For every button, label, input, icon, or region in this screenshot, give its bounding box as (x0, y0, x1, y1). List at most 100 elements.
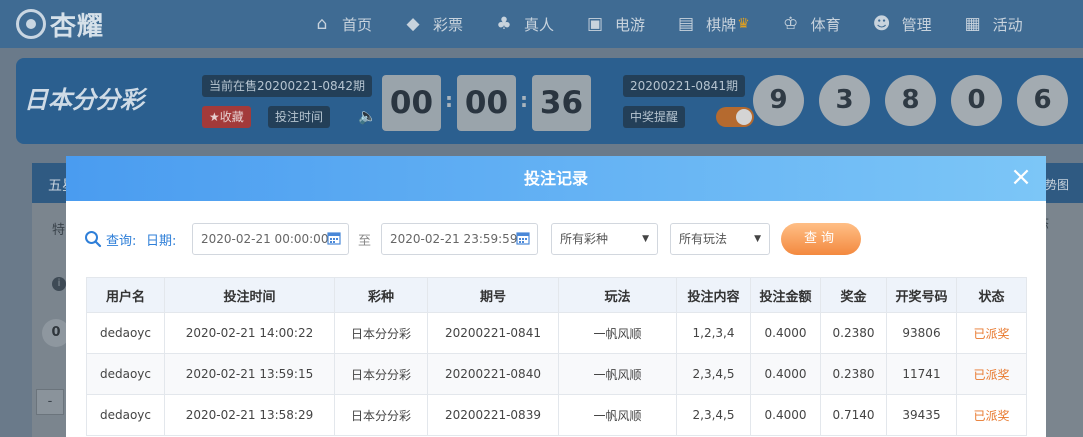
cell-content: 1,2,3,4 (676, 312, 751, 354)
col-header: 投注金额 (750, 277, 821, 313)
cell-status: 已派奖 (956, 312, 1027, 354)
current-period: 当前在售20200221-0842期 (202, 75, 372, 97)
cards-icon: ▤ (678, 14, 695, 34)
nav-item-slot[interactable]: ▣ 电游 (585, 14, 645, 35)
users-icon: ☻ (872, 14, 891, 34)
countdown-minutes: 00 (457, 75, 516, 131)
nav-item-live[interactable]: ♣ 真人 (494, 14, 554, 35)
nav-label: 真人 (524, 15, 555, 34)
cell-lottery: 日本分分彩 (334, 312, 428, 354)
main-nav: ⌂ 首页 ◆ 彩票 ♣ 真人 ▣ 电游 ▤ 棋牌 ♛ ♔ 体育 ☻ 管理 ▦ 活… (312, 0, 1054, 48)
site-logo[interactable]: 杏耀 (16, 6, 104, 42)
cell-play: 一帆风顺 (558, 394, 677, 436)
logo-mark-icon (16, 9, 46, 39)
cell-amount: 0.4000 (750, 353, 821, 395)
modal-header: 投注记录 × (66, 156, 1046, 201)
result-ball: 3 (819, 75, 870, 126)
bet-records-modal: 投注记录 × 查询: 日期: 2020-02-21 00:00:00 至 202… (66, 156, 1046, 437)
select-value: 所有彩种 (560, 232, 609, 246)
cell-bet-time: 2020-02-21 13:59:15 (164, 353, 335, 395)
slot-icon: ▣ (587, 14, 604, 34)
gift-icon: ▦ (964, 14, 981, 34)
nav-item-sports[interactable]: ♔ 体育 (781, 14, 841, 35)
countdown-seconds: 36 (532, 75, 591, 131)
cell-draw-number: 39435 (886, 394, 957, 436)
cell-period: 20200221-0841 (427, 312, 559, 354)
search-button[interactable]: 查询 (781, 223, 861, 255)
countdown-hours: 00 (382, 75, 441, 131)
nav-item-manage[interactable]: ☻ 管理 (872, 14, 932, 35)
nav-label: 首页 (342, 15, 373, 34)
dropdown-arrow-icon: ▼ (754, 234, 761, 244)
nav-label: 电游 (615, 15, 646, 34)
end-date-input[interactable]: 2020-02-21 23:59:59 (381, 223, 538, 255)
cell-draw-number: 93806 (886, 312, 957, 354)
lottery-brand-logo: 日本分分彩 (24, 86, 144, 114)
home-icon: ⌂ (316, 14, 328, 34)
dropdown-arrow-icon: ▼ (642, 234, 649, 244)
countdown-colon: : (520, 88, 528, 112)
trend-chart-link[interactable]: 势图 (1045, 176, 1069, 193)
table-row[interactable]: dedaoyc 2020-02-21 13:58:29 日本分分彩 202002… (86, 394, 1027, 436)
sound-icon[interactable]: 🔈 (358, 107, 377, 125)
nav-item-lottery[interactable]: ◆ 彩票 (403, 14, 463, 35)
search-icon (85, 231, 102, 248)
col-header: 奖金 (820, 277, 887, 313)
cell-bet-time: 2020-02-21 13:58:29 (164, 394, 335, 436)
table-row[interactable]: dedaoyc 2020-02-21 14:00:22 日本分分彩 202002… (86, 312, 1027, 354)
cell-username: dedaoyc (86, 312, 165, 354)
col-header: 开奖号码 (886, 277, 957, 313)
cell-prize: 0.2380 (820, 353, 887, 395)
col-header: 玩法 (558, 277, 677, 313)
cell-content: 2,3,4,5 (676, 353, 751, 395)
table-header-row: 用户名 投注时间 彩种 期号 玩法 投注内容 投注金额 奖金 开奖号码 状态 (86, 277, 1027, 313)
calendar-icon[interactable] (327, 231, 341, 245)
nav-item-cards[interactable]: ▤ 棋牌 ♛ (676, 14, 750, 35)
cell-amount: 0.4000 (750, 394, 821, 436)
result-ball: 0 (951, 75, 1002, 126)
cell-play: 一帆风顺 (558, 353, 677, 395)
bet-time-button[interactable]: 投注时间 (268, 106, 331, 128)
cell-status: 已派奖 (956, 394, 1027, 436)
trophy-icon: ♔ (783, 14, 799, 34)
filter-bar: 查询: 日期: 2020-02-21 00:00:00 至 2020-02-21… (84, 223, 1028, 255)
cell-prize: 0.7140 (820, 394, 887, 436)
cell-play: 一帆风顺 (558, 312, 677, 354)
cell-draw-number: 11741 (886, 353, 957, 395)
favorite-button[interactable]: ★收藏 (202, 106, 251, 128)
lottery-header: 日本分分彩 当前在售20200221-0842期 ★收藏 投注时间 🔈 00 :… (16, 58, 1083, 144)
top-nav: 杏耀 ⌂ 首页 ◆ 彩票 ♣ 真人 ▣ 电游 ▤ 棋牌 ♛ ♔ 体育 ☻ 管理 (0, 0, 1083, 48)
win-alert-label: 中奖提醒 (623, 106, 686, 128)
col-header: 期号 (427, 277, 559, 313)
cell-username: dedaoyc (86, 353, 165, 395)
col-header: 投注内容 (676, 277, 751, 313)
bet-records-table: 用户名 投注时间 彩种 期号 玩法 投注内容 投注金额 奖金 开奖号码 状态 d… (86, 277, 1027, 436)
table-row[interactable]: dedaoyc 2020-02-21 13:59:15 日本分分彩 202002… (86, 353, 1027, 395)
nav-item-activity[interactable]: ▦ 活动 (963, 14, 1023, 35)
countdown-colon: : (445, 88, 453, 112)
close-icon[interactable]: × (1008, 164, 1034, 190)
lottery-icon: ◆ (406, 14, 420, 34)
calendar-icon[interactable] (516, 231, 530, 245)
bet-panel-label: 特 (52, 223, 66, 238)
start-date-input[interactable]: 2020-02-21 00:00:00 (192, 223, 349, 255)
crown-icon: ♛ (737, 16, 750, 32)
lottery-type-select[interactable]: 所有彩种 ▼ (551, 223, 658, 255)
win-alert-toggle[interactable] (716, 107, 754, 127)
cell-period: 20200221-0839 (427, 394, 559, 436)
play-type-select[interactable]: 所有玩法 ▼ (670, 223, 770, 255)
nav-item-home[interactable]: ⌂ 首页 (312, 14, 372, 35)
col-header: 投注时间 (164, 277, 335, 313)
nav-label: 彩票 (433, 15, 464, 34)
minus-button[interactable]: - (36, 389, 64, 415)
cell-status: 已派奖 (956, 353, 1027, 395)
logo-text: 杏耀 (50, 11, 105, 42)
col-header: 状态 (956, 277, 1027, 313)
date-label: 日期: (146, 234, 177, 249)
cell-content: 2,3,4,5 (676, 394, 751, 436)
cell-period: 20200221-0840 (427, 353, 559, 395)
last-period: 20200221-0841期 (623, 75, 745, 97)
info-icon[interactable]: i (52, 277, 66, 291)
nav-label: 体育 (810, 15, 841, 34)
cell-lottery: 日本分分彩 (334, 353, 428, 395)
